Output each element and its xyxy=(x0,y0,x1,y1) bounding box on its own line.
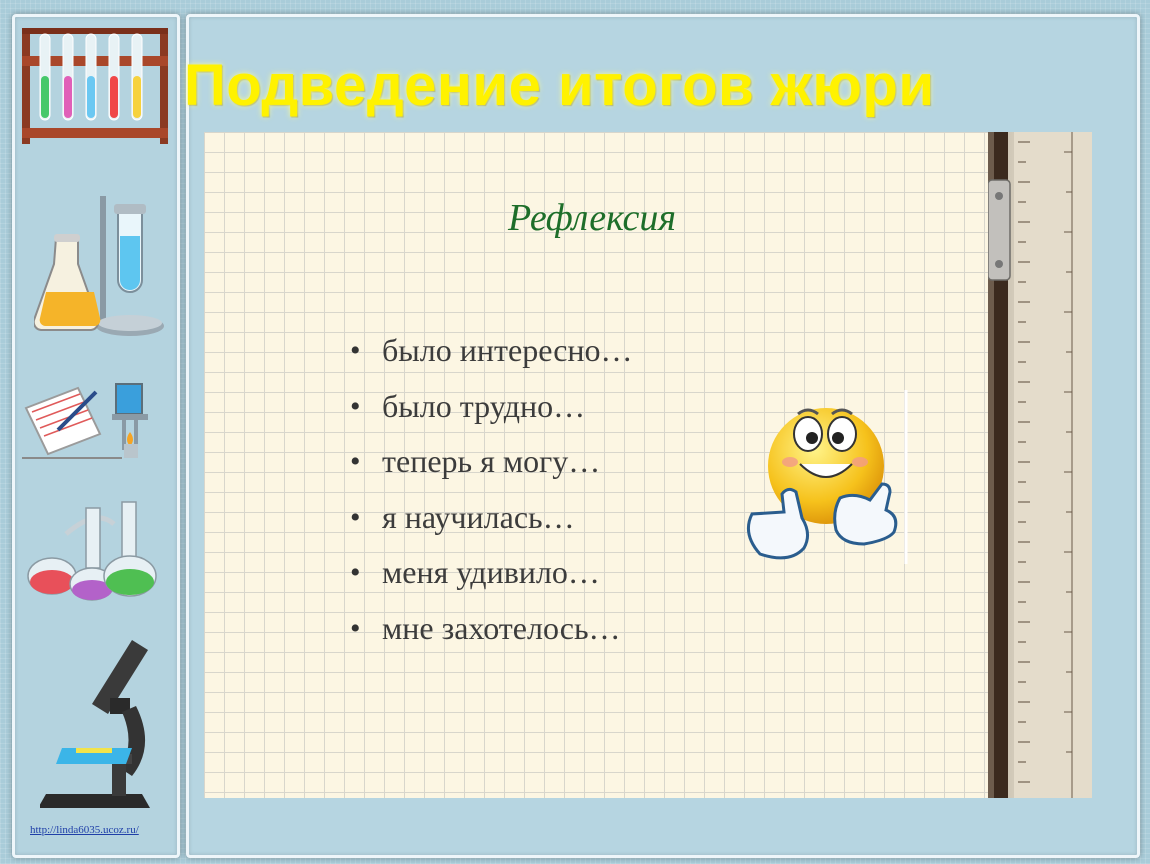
smiley-thumbs-up-icon xyxy=(746,390,908,564)
list-item: • было интересно… xyxy=(350,328,633,384)
list-item: • мне захотелось… xyxy=(350,606,633,662)
reflection-list: • было интересно… • было трудно… • теперь я… xyxy=(350,328,633,661)
list-item-text: было интересно… xyxy=(382,332,633,368)
notebook-burner-icon xyxy=(22,383,148,459)
bullet-icon: • xyxy=(350,500,361,534)
list-item-text: теперь я могу… xyxy=(382,443,601,479)
slide-title: Подведение итогов жюри xyxy=(184,53,935,118)
ruler-icon xyxy=(988,132,1092,798)
footer-url-link[interactable]: http://linda6035.ucoz.ru/ xyxy=(30,824,139,836)
bullet-icon: • xyxy=(350,556,361,589)
list-item-text: я научилась… xyxy=(382,498,575,535)
test-tube-rack-icon xyxy=(22,28,168,144)
list-item-text: было трудно… xyxy=(382,387,586,424)
list-item: • я научилась… xyxy=(350,495,633,551)
bullet-icon: • xyxy=(350,334,361,367)
flask-stand-icon xyxy=(34,196,164,336)
bullet-icon: • xyxy=(350,389,361,423)
list-item-text: мне захотелось… xyxy=(382,609,621,646)
bullet-icon: • xyxy=(350,611,361,645)
list-item-text: меня удивило… xyxy=(382,554,600,590)
list-item: • было трудно… xyxy=(350,384,633,440)
list-item: • теперь я могу… xyxy=(350,439,633,495)
list-item: • меня удивило… xyxy=(350,550,633,606)
microscope-icon xyxy=(40,640,150,808)
reflection-heading: Рефлексия xyxy=(508,197,677,239)
bullet-icon: • xyxy=(350,445,361,478)
retort-flasks-icon xyxy=(27,501,157,601)
